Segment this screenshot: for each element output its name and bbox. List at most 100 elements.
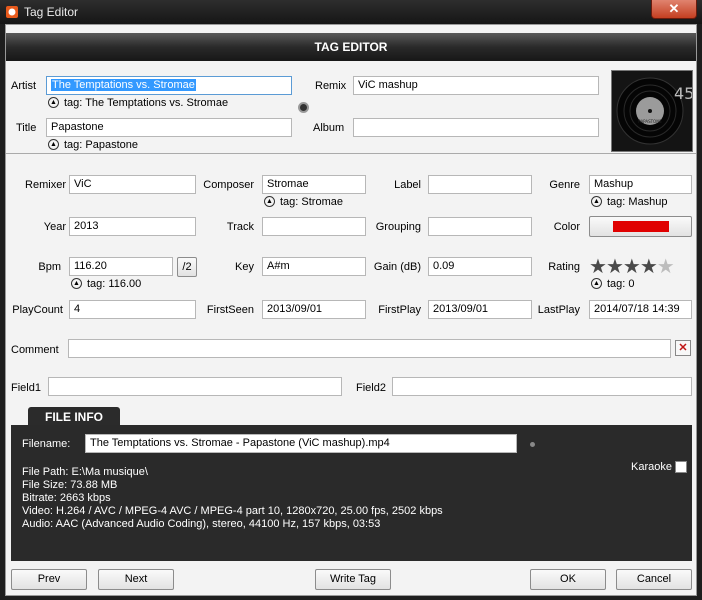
record-icon: 45 PAPASTONE [612, 71, 694, 151]
bitrate-text: Bitrate: 2663 kbps [22, 492, 111, 504]
title-tag-hint[interactable]: ▲ tag: Papastone [48, 138, 139, 151]
artist-tag-text: tag: The Temptations vs. Stromae [64, 97, 229, 109]
bpm-half-button[interactable]: /2 [177, 257, 197, 277]
field2-input[interactable] [392, 377, 692, 396]
star-filled-icon[interactable]: ★ [589, 256, 607, 278]
tag-editor-dialog: TAG EDITOR Artist The Temptations vs. St… [5, 24, 697, 596]
composer-tag-text: tag: Stromae [280, 196, 343, 208]
title-input[interactable]: Papastone [46, 118, 292, 137]
restore-tag-icon: ▲ [48, 96, 59, 108]
star-filled-icon[interactable]: ★ [623, 256, 641, 278]
cancel-button[interactable]: Cancel [616, 569, 692, 590]
remixer-label: Remixer [25, 179, 66, 191]
track-input[interactable] [262, 217, 366, 236]
firstplay-input[interactable]: 2013/09/01 [428, 300, 532, 319]
file-path-text: File Path: E:\Ma musique\ [22, 466, 148, 478]
filename-status-icon [530, 442, 535, 447]
bpm-tag-text: tag: 116.00 [87, 278, 142, 290]
file-size-text: File Size: 73.88 MB [22, 479, 118, 491]
filename-label: Filename: [22, 438, 71, 450]
remix-label: Remix [315, 80, 347, 92]
rating-tag-text: tag: 0 [607, 278, 635, 290]
composer-label: Composer [203, 179, 254, 191]
audio-info-text: Audio: AAC (Advanced Audio Coding), ster… [22, 518, 381, 530]
field1-input[interactable] [48, 377, 342, 396]
year-input[interactable]: 2013 [69, 217, 196, 236]
star-filled-icon[interactable]: ★ [640, 256, 658, 278]
dialog-header: TAG EDITOR [6, 33, 696, 61]
ok-button[interactable]: OK [530, 569, 606, 590]
artist-value: The Temptations vs. Stromae [51, 79, 196, 91]
cover-label-text: PAPASTONE [638, 119, 662, 124]
color-picker-button[interactable] [589, 216, 692, 237]
section-divider [6, 153, 696, 154]
prev-button[interactable]: Prev [11, 569, 87, 590]
restore-tag-icon: ▲ [264, 195, 275, 207]
key-label: Key [235, 261, 254, 273]
restore-tag-icon: ▲ [591, 195, 602, 207]
title-label: Title [16, 122, 37, 134]
window-title: Tag Editor [24, 5, 79, 19]
playcount-input[interactable]: 4 [69, 300, 196, 319]
next-button[interactable]: Next [98, 569, 174, 590]
color-swatch [612, 221, 669, 232]
field2-label: Field2 [356, 382, 386, 394]
star-filled-icon[interactable]: ★ [606, 256, 624, 278]
album-label: Album [313, 122, 345, 134]
genre-label: Genre [549, 179, 580, 191]
playcount-label: PlayCount [12, 304, 63, 316]
album-input[interactable] [353, 118, 599, 137]
title-tag-text: tag: Papastone [64, 139, 139, 151]
genre-tag-hint[interactable]: ▲ tag: Mashup [591, 195, 668, 208]
cover-art-image[interactable]: 45 PAPASTONE [611, 70, 694, 152]
window-close-button[interactable]: ✕ [651, 0, 697, 19]
grouping-input[interactable] [428, 217, 532, 236]
bpm-input[interactable]: 116.20 [69, 257, 173, 276]
firstseen-label: FirstSeen [206, 304, 254, 316]
year-label: Year [43, 221, 66, 233]
grouping-label: Grouping [375, 221, 421, 233]
remixer-input[interactable]: ViC [69, 175, 196, 194]
bpm-label: Bpm [38, 261, 61, 273]
label-label: Label [394, 179, 421, 191]
gain-label: Gain (dB) [373, 261, 421, 273]
karaoke-checkbox[interactable] [674, 461, 687, 474]
genre-input[interactable]: Mashup [589, 175, 692, 194]
clear-comment-button[interactable]: ✕ [675, 340, 691, 356]
firstplay-label: FirstPlay [378, 304, 421, 316]
file-info-tab[interactable]: FILE INFO [28, 407, 120, 427]
restore-tag-icon: ▲ [591, 277, 602, 289]
rating-stars[interactable]: ★★★★★ [589, 256, 675, 278]
rating-label: Rating [548, 261, 580, 273]
lastplay-input[interactable]: 2014/07/18 14:39 [589, 300, 692, 319]
gain-input[interactable]: 0.09 [428, 257, 532, 276]
artist-input[interactable]: The Temptations vs. Stromae [46, 76, 292, 95]
remix-input[interactable]: ViC mashup [353, 76, 599, 95]
firstseen-input[interactable]: 2013/09/01 [262, 300, 366, 319]
comment-label: Comment [11, 344, 59, 356]
artist-label: Artist [11, 80, 37, 92]
label-input[interactable] [428, 175, 532, 194]
key-input[interactable]: A#m [262, 257, 366, 276]
karaoke-label: Karaoke [631, 461, 672, 473]
composer-tag-hint[interactable]: ▲ tag: Stromae [264, 195, 343, 208]
genre-tag-text: tag: Mashup [607, 196, 668, 208]
color-label: Color [553, 221, 580, 233]
status-dot-icon [298, 102, 309, 113]
comment-input[interactable] [68, 339, 671, 358]
star-empty-icon[interactable]: ★ [657, 256, 675, 278]
close-icon: ✕ [678, 342, 688, 354]
artist-tag-hint[interactable]: ▲ tag: The Temptations vs. Stromae [48, 96, 229, 109]
lastplay-label: LastPlay [537, 304, 580, 316]
window-titlebar: Tag Editor ✕ [0, 0, 702, 24]
file-info-panel: Filename: The Temptations vs. Stromae - … [11, 425, 692, 561]
field1-label: Field1 [11, 382, 41, 394]
track-label: Track [226, 221, 254, 233]
filename-input[interactable]: The Temptations vs. Stromae - Papastone … [85, 434, 517, 453]
bpm-tag-hint[interactable]: ▲ tag: 116.00 [71, 277, 142, 290]
composer-input[interactable]: Stromae [262, 175, 366, 194]
rating-tag-hint[interactable]: ▲ tag: 0 [591, 277, 635, 290]
karaoke-toggle[interactable]: Karaoke [631, 461, 687, 474]
write-tag-button[interactable]: Write Tag [315, 569, 391, 590]
close-icon: ✕ [668, 1, 680, 16]
